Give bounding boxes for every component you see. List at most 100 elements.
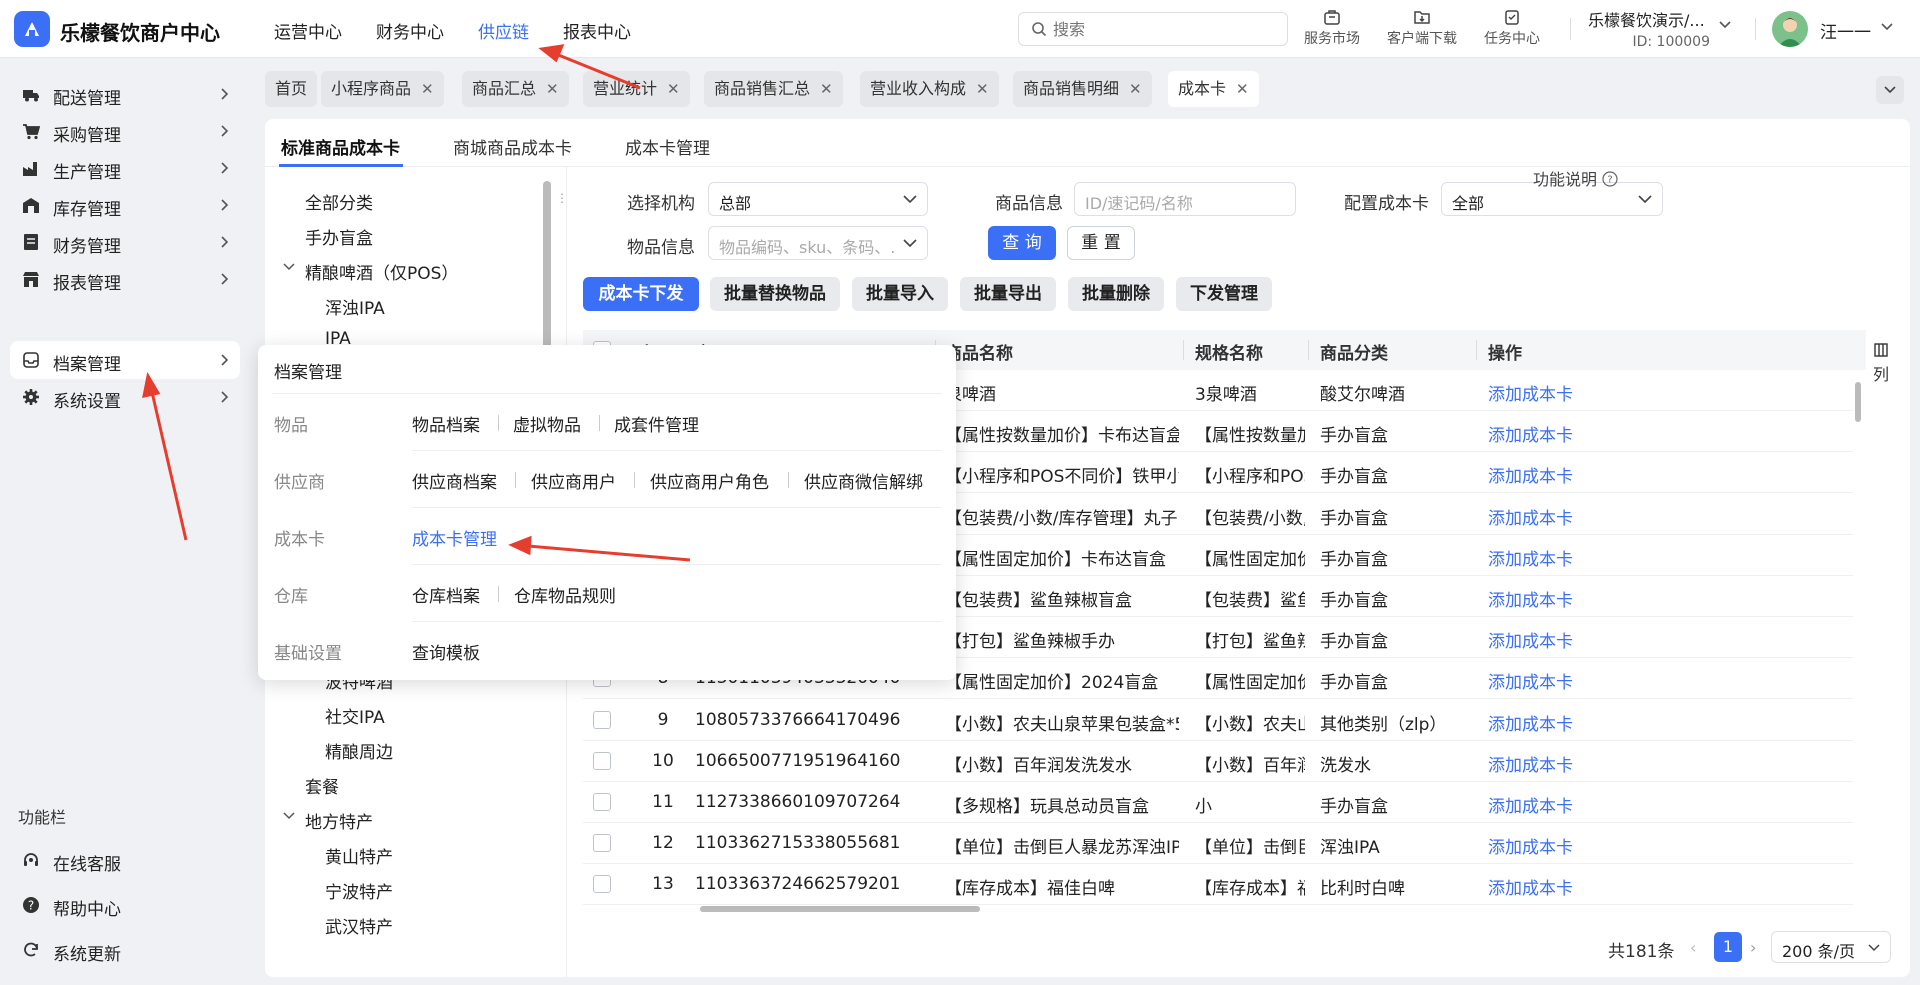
table-row[interactable]: 11 1127338660109707264 【多规格】玩具总动员盲盒 小 手办盲盒 添加…: [583, 782, 1853, 823]
tree-node[interactable]: 精酿啤酒（仅POS）: [305, 259, 458, 284]
tree-node[interactable]: 手办盲盒: [305, 224, 373, 249]
tree-node[interactable]: 武汉特产: [325, 913, 393, 938]
row-checkbox[interactable]: [593, 751, 611, 770]
feature-help-link[interactable]: 功能说明 ?: [1533, 166, 1618, 190]
tab-sales-detail[interactable]: 商品销售明细 ✕: [1013, 71, 1152, 107]
tabs-more-button[interactable]: [1876, 76, 1904, 104]
chevron-down-icon[interactable]: [1880, 22, 1894, 32]
query-button[interactable]: 查 询: [988, 226, 1056, 260]
table-horizontal-scrollbar[interactable]: [700, 906, 980, 912]
table-row[interactable]: 13 1103363724662579201 【库存成本】福佳白啤 【库存成本】福 比利…: [583, 864, 1853, 906]
tab-business-stats[interactable]: 营业统计 ✕: [583, 71, 690, 107]
add-cost-card-link[interactable]: 添加成本卡: [1488, 751, 1608, 776]
link-cost-card-management[interactable]: 成本卡管理: [412, 525, 497, 550]
add-cost-card-link[interactable]: 添加成本卡: [1488, 874, 1608, 899]
subtab-cost-card-management[interactable]: 成本卡管理: [625, 134, 710, 159]
table-row[interactable]: 12 1103362715338055681 【单位】击倒巨人暴龙苏浑浊IPA 【单位…: [583, 823, 1853, 865]
subtab-mall-cost-card[interactable]: 商城商品成本卡: [453, 134, 572, 159]
add-cost-card-link[interactable]: 添加成本卡: [1488, 792, 1608, 817]
row-checkbox[interactable]: [593, 710, 611, 729]
chevron-down-icon[interactable]: [283, 263, 295, 271]
tab-cost-card[interactable]: 成本卡 ✕: [1168, 71, 1259, 107]
column-header-spec[interactable]: 规格名称: [1195, 339, 1263, 364]
column-divider[interactable]: [1308, 340, 1309, 360]
link-query-template[interactable]: 查询模板: [412, 639, 480, 664]
tab-revenue-composition[interactable]: 营业收入构成 ✕: [860, 71, 999, 107]
tab-goods-summary[interactable]: 商品汇总 ✕: [462, 71, 569, 107]
close-icon[interactable]: ✕: [667, 71, 680, 107]
batch-export-button[interactable]: 批量导出: [960, 277, 1056, 311]
sidebar-item-finance[interactable]: 财务管理: [10, 223, 240, 261]
sidebar-item-delivery[interactable]: 配送管理: [10, 75, 240, 113]
tab-home[interactable]: 首页: [265, 71, 318, 107]
nav-finance[interactable]: 财务中心: [376, 18, 444, 43]
table-vertical-scrollbar[interactable]: [1855, 382, 1861, 422]
tree-collapse-handle[interactable]: ⋮⋮: [556, 191, 566, 205]
add-cost-card-link[interactable]: 添加成本卡: [1488, 710, 1608, 735]
add-cost-card-link[interactable]: 添加成本卡: [1488, 421, 1608, 446]
subtab-standard-cost-card[interactable]: 标准商品成本卡: [281, 134, 400, 159]
sidebar-item-purchase[interactable]: 采购管理: [10, 112, 240, 150]
shortcut-service-market[interactable]: 服务市场: [1292, 8, 1372, 48]
item-info-select[interactable]: 物品编码、sku、条码、...: [708, 226, 928, 260]
batch-delete-button[interactable]: 批量删除: [1068, 277, 1164, 311]
close-icon[interactable]: ✕: [820, 71, 833, 107]
brand-logo-icon[interactable]: [14, 11, 50, 47]
link-supplier-user[interactable]: 供应商用户: [531, 468, 616, 493]
column-divider[interactable]: [1476, 340, 1477, 360]
batch-import-button[interactable]: 批量导入: [852, 277, 948, 311]
close-icon[interactable]: ✕: [976, 71, 989, 107]
link-item-archive[interactable]: 物品档案: [412, 411, 480, 436]
tree-node[interactable]: 全部分类: [305, 189, 373, 214]
close-icon[interactable]: ✕: [1236, 71, 1249, 107]
link-kit-management[interactable]: 成套件管理: [614, 411, 699, 436]
sidebar-item-reports[interactable]: 报表管理: [10, 260, 240, 298]
row-checkbox[interactable]: [593, 834, 611, 853]
search-input[interactable]: [1053, 18, 1273, 40]
org-select[interactable]: 总部: [708, 182, 928, 216]
product-info-input[interactable]: ID/速记码/名称: [1074, 182, 1296, 216]
column-header-category[interactable]: 商品分类: [1320, 339, 1388, 364]
add-cost-card-link[interactable]: 添加成本卡: [1488, 504, 1608, 529]
org-switcher[interactable]: 乐檬餐饮演示/... ID: 100009: [1588, 7, 1738, 50]
tree-node[interactable]: 地方特产: [305, 808, 373, 833]
sidebar-system-update[interactable]: 系统更新: [10, 931, 240, 969]
column-settings-button[interactable]: 列: [1866, 330, 1896, 400]
tree-node[interactable]: 浑浊IPA: [325, 294, 385, 319]
user-name[interactable]: 汪一一: [1820, 18, 1871, 43]
sidebar-item-inventory[interactable]: 库存管理: [10, 186, 240, 224]
add-cost-card-link[interactable]: 添加成本卡: [1488, 545, 1608, 570]
dispatch-management-button[interactable]: 下发管理: [1176, 277, 1272, 311]
tab-mini-program-goods[interactable]: 小程序商品 ✕: [321, 71, 444, 107]
close-icon[interactable]: ✕: [421, 71, 434, 107]
shortcut-client-download[interactable]: 客户端下载: [1382, 8, 1462, 48]
nav-operations[interactable]: 运营中心: [274, 18, 342, 43]
batch-replace-button[interactable]: 批量替换物品: [710, 277, 840, 311]
shortcut-task-center[interactable]: 任务中心: [1472, 8, 1552, 48]
column-header-action[interactable]: 操作: [1488, 339, 1522, 364]
link-supplier-archive[interactable]: 供应商档案: [412, 468, 497, 493]
add-cost-card-link[interactable]: 添加成本卡: [1488, 668, 1608, 693]
sidebar-item-settings[interactable]: 系统设置: [10, 378, 240, 416]
sidebar-item-production[interactable]: 生产管理: [10, 149, 240, 187]
sidebar-help-center[interactable]: ? 帮助中心: [10, 886, 240, 924]
table-row[interactable]: 10 1066500771951964160 【小数】百年润发洗发水 【小数】百年润洗…: [583, 741, 1853, 782]
nav-reports[interactable]: 报表中心: [563, 18, 631, 43]
page-size-select[interactable]: 200 条/页: [1771, 931, 1891, 963]
tree-node[interactable]: 套餐: [305, 773, 339, 798]
tab-sales-summary[interactable]: 商品销售汇总 ✕: [704, 71, 843, 107]
add-cost-card-link[interactable]: 添加成本卡: [1488, 586, 1608, 611]
sidebar-item-archives[interactable]: 档案管理: [10, 341, 240, 379]
tree-node[interactable]: 宁波特产: [325, 878, 393, 903]
pager-next-icon[interactable]: ›: [1750, 938, 1756, 957]
tree-node[interactable]: 精酿周边: [325, 738, 393, 763]
row-checkbox[interactable]: [593, 793, 611, 811]
nav-supply-chain[interactable]: 供应链: [478, 18, 529, 43]
tree-node[interactable]: 社交IPA: [325, 703, 385, 728]
add-cost-card-link[interactable]: 添加成本卡: [1488, 380, 1608, 405]
close-icon[interactable]: ✕: [1129, 71, 1142, 107]
add-cost-card-link[interactable]: 添加成本卡: [1488, 462, 1608, 487]
table-row[interactable]: 9 1080573376664170496 【小数】农夫山泉苹果包装盒*5 【小数】农…: [583, 700, 1853, 741]
avatar[interactable]: [1772, 11, 1808, 47]
cost-card-dispatch-button[interactable]: 成本卡下发: [583, 277, 699, 311]
